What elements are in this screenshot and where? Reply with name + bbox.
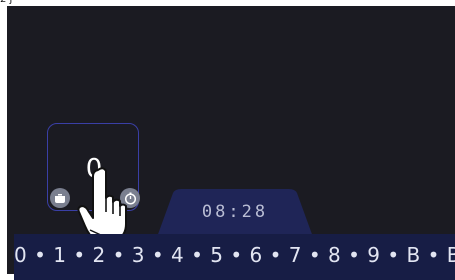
- pointing-hand-icon: [77, 167, 127, 243]
- scale-separator: •: [34, 243, 47, 267]
- scale-level-boost[interactable]: B: [407, 243, 421, 267]
- scale-level-1[interactable]: 1: [53, 243, 66, 267]
- scale-level-3[interactable]: 3: [132, 243, 145, 267]
- scale-level-boost-2[interactable]: B2: [447, 243, 455, 267]
- scale-level-6[interactable]: 6: [250, 243, 263, 267]
- scale-separator: •: [112, 243, 125, 267]
- scale-separator: •: [230, 243, 243, 267]
- pot-icon-glyph: [55, 194, 65, 203]
- scale-separator: •: [348, 243, 361, 267]
- scale-level-5[interactable]: 5: [210, 243, 223, 267]
- scale-separator: •: [427, 243, 440, 267]
- cooktop-panel: 0 08:28 0 • 1 • 2 • 3 • 4 • 5 • 6 • 7 • …: [7, 6, 455, 280]
- scale-boost-2-letter: B: [446, 243, 455, 267]
- scale-level-0[interactable]: 0: [14, 243, 27, 267]
- scale-separator: •: [73, 243, 86, 267]
- timer-display[interactable]: 08:28: [157, 202, 313, 222]
- page-header-text: 2 j: [0, 0, 12, 5]
- power-scale-bar[interactable]: 0 • 1 • 2 • 3 • 4 • 5 • 6 • 7 • 8 • 9 • …: [14, 234, 455, 280]
- scale-level-4[interactable]: 4: [171, 243, 184, 267]
- scale-separator: •: [269, 243, 282, 267]
- power-scale-labels: 0 • 1 • 2 • 3 • 4 • 5 • 6 • 7 • 8 • 9 • …: [14, 243, 455, 267]
- scale-level-7[interactable]: 7: [289, 243, 302, 267]
- scale-level-8[interactable]: 8: [328, 243, 341, 267]
- scale-separator: •: [308, 243, 322, 267]
- scale-level-2[interactable]: 2: [93, 243, 106, 267]
- scale-separator: •: [151, 243, 165, 267]
- scale-separator: •: [387, 243, 400, 267]
- pot-icon[interactable]: [50, 188, 70, 208]
- scale-level-9[interactable]: 9: [367, 243, 380, 267]
- scale-separator: •: [191, 243, 204, 267]
